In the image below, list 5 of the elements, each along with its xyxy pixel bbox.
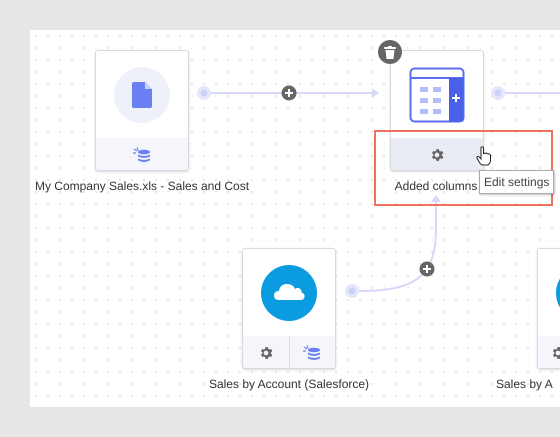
node-label: Added columns <box>394 178 478 195</box>
node-label: My Company Sales.xls - Sales and Cost <box>34 178 250 195</box>
node-label: Sales by A <box>496 376 553 393</box>
node-label: Sales by Account (Salesforce) <box>208 376 370 393</box>
tooltip: Edit settings <box>479 170 554 194</box>
